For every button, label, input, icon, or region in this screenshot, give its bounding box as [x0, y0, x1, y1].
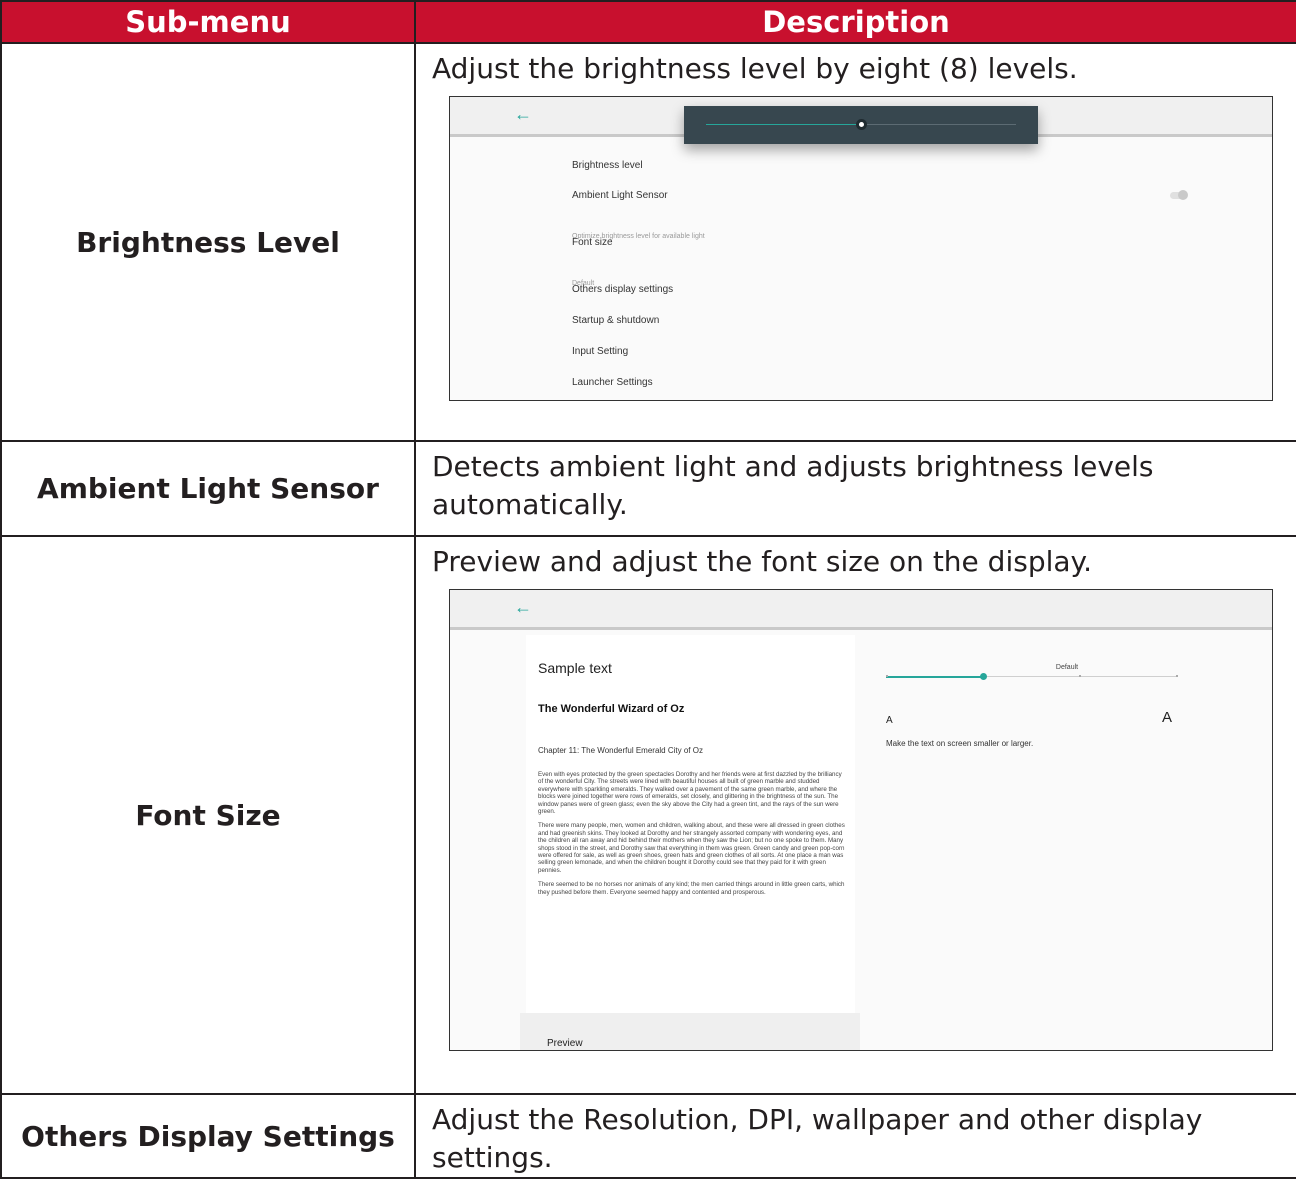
preview-label: Preview: [547, 1038, 583, 1049]
font-size-step-dot[interactable]: [1079, 675, 1082, 677]
chapter-title: Chapter 11: The Wonderful Emerald City o…: [538, 746, 703, 755]
arrow-left-icon[interactable]: ←: [514, 598, 532, 616]
font-size-slider-thumb[interactable]: [979, 673, 987, 680]
row-description: Preview and adjust the font size on the …: [432, 545, 1093, 578]
row-description-cell: Adjust the brightness level by eight (8)…: [414, 42, 1296, 442]
row-description: Detects ambient light and adjusts bright…: [432, 450, 1154, 521]
header-submenu: Sub-menu: [0, 0, 416, 44]
brightness-screenshot: ← Brightness level Ambient Light Sensor O…: [449, 96, 1273, 401]
brightness-slider-thumb[interactable]: [856, 119, 867, 130]
preview-footer: Preview: [520, 1013, 860, 1050]
sample-paragraph: There were many people, men, women and c…: [538, 822, 845, 874]
font-size-slider-fill: [886, 676, 983, 678]
row-description-cell: Adjust the Resolution, DPI, wallpaper an…: [414, 1093, 1296, 1179]
font-size-hint: Make the text on screen smaller or large…: [886, 739, 1034, 748]
table-row: Ambient Light Sensor Detects ambient lig…: [0, 440, 1296, 537]
font-size-step-dot[interactable]: [886, 675, 888, 677]
brightness-slider-popup: [684, 106, 1038, 144]
brightness-slider-fill: [706, 124, 861, 125]
table-row: Font Size Preview and adjust the font si…: [0, 535, 1296, 1095]
font-size-value: Default: [1055, 664, 1079, 671]
menu-item-launcher-settings[interactable]: Launcher Settings: [572, 364, 653, 400]
row-name: Brightness Level: [0, 42, 416, 442]
row-name: Font Size: [0, 535, 416, 1095]
row-description: Adjust the Resolution, DPI, wallpaper an…: [432, 1103, 1203, 1174]
submenu-table: Sub-menu Description Brightness Level Ad…: [0, 0, 1296, 1179]
row-name: Ambient Light Sensor: [0, 440, 416, 537]
sample-text-label: Sample text: [538, 660, 612, 676]
row-description-cell: Detects ambient light and adjusts bright…: [414, 440, 1296, 537]
book-title: The Wonderful Wizard of Oz: [538, 703, 685, 715]
larger-text-indicator: A: [1162, 709, 1173, 726]
sample-text-preview: Sample text The Wonderful Wizard of Oz C…: [526, 635, 855, 1013]
table-row: Others Display Settings Adjust the Resol…: [0, 1093, 1296, 1179]
app-bar: ←: [450, 590, 1272, 630]
sample-paragraph: Even with eyes protected by the green sp…: [538, 771, 842, 816]
ambient-light-toggle[interactable]: [1170, 190, 1188, 200]
row-name: Others Display Settings: [0, 1093, 416, 1179]
font-size-slider[interactable]: [886, 673, 1178, 680]
font-size-screenshot: ← Sample text The Wonderful Wizard of Oz…: [449, 589, 1273, 1051]
row-description: Adjust the brightness level by eight (8)…: [432, 52, 1078, 85]
arrow-left-icon[interactable]: ←: [514, 105, 532, 123]
table-row: Brightness Level Adjust the brightness l…: [0, 42, 1296, 442]
font-size-controls: Default A A Make the text on screen smal…: [862, 633, 1272, 1050]
font-size-step-dot[interactable]: [1176, 675, 1178, 677]
brightness-slider-track[interactable]: [706, 119, 1016, 130]
header-description: Description: [414, 0, 1296, 44]
row-description-cell: Preview and adjust the font size on the …: [414, 535, 1296, 1095]
sample-paragraph: There seemed to be no horses nor animals…: [538, 881, 845, 896]
